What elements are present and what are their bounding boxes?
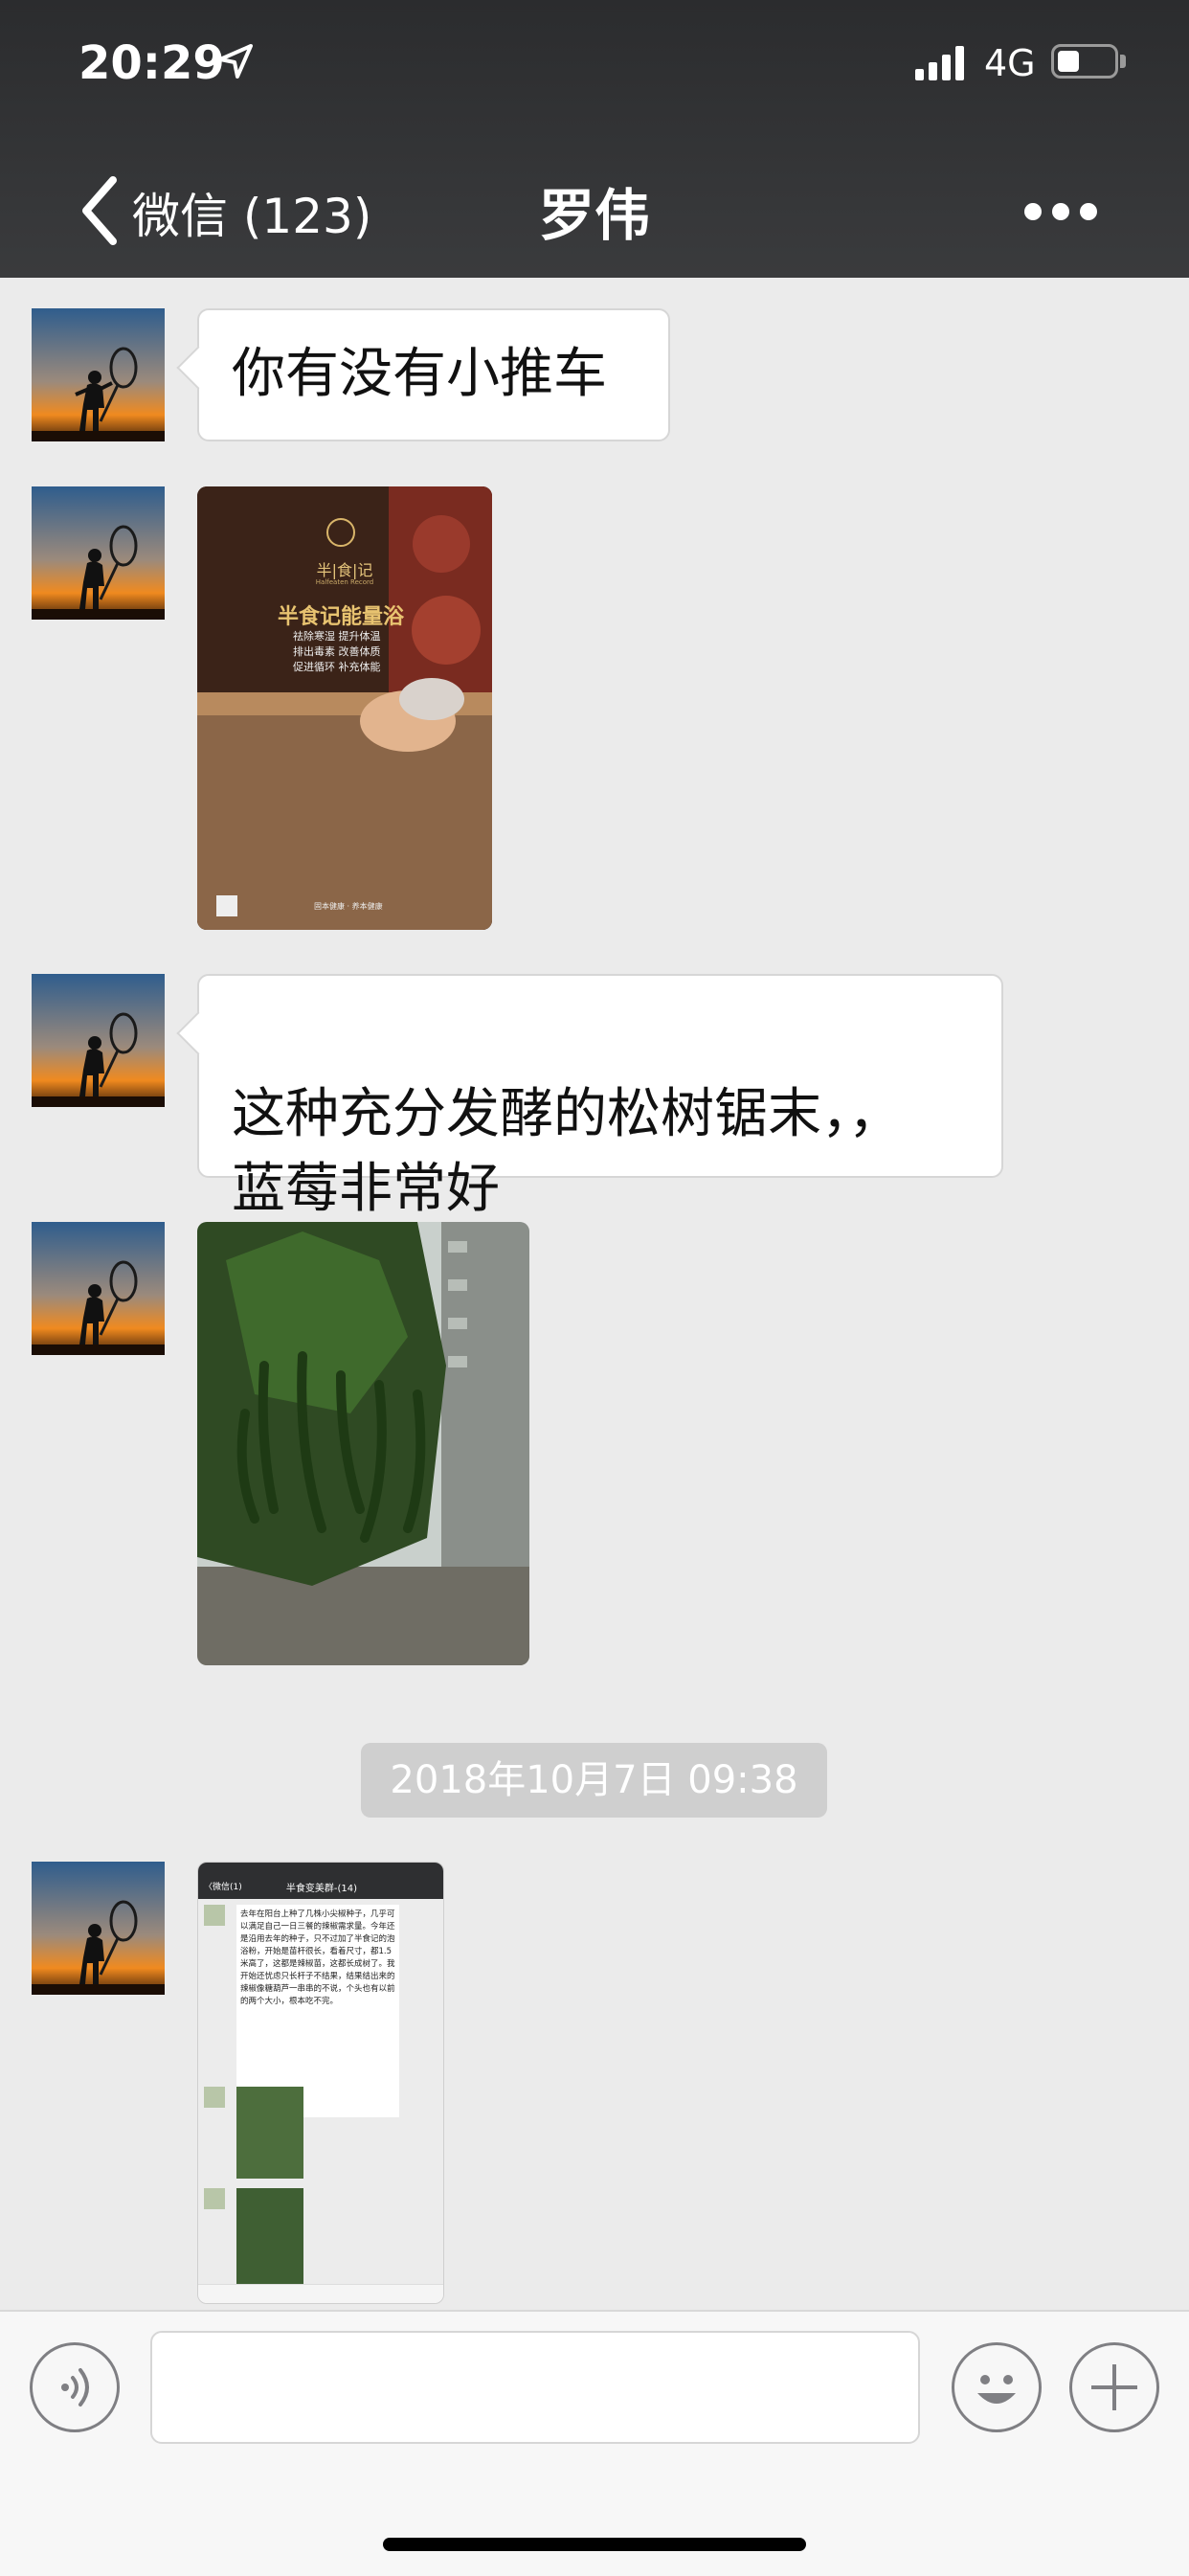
signal-strength-icon (915, 46, 969, 80)
screenshot-input-bar (198, 2284, 443, 2303)
qr-code-icon (216, 895, 237, 916)
poster-line: 祛除寒湿 提升体温 (293, 630, 381, 643)
sand-bath-poster-icon (197, 486, 492, 930)
silhouette-child-avatar-icon (32, 308, 165, 441)
voice-icon (61, 2368, 89, 2407)
battery-nub (1120, 55, 1126, 68)
image-message[interactable]: 〈微信(1) 半食变美群-(14) 去年在阳台上种了几株小尖椒种子，几乎可以满足… (197, 1862, 444, 2304)
screenshot-avatar (204, 2188, 225, 2209)
screenshot-avatar (204, 1905, 225, 1926)
silhouette-child-avatar-icon (32, 974, 165, 1107)
poster-headline: 半食记能量浴 (278, 605, 405, 629)
contact-avatar[interactable] (32, 1862, 165, 1995)
poster-brand-sub: Halfeaten Record (315, 578, 374, 586)
image-message[interactable]: 半|食|记 Halfeaten Record 半食记能量浴 祛除寒湿 提升体温 … (197, 486, 492, 930)
contact-avatar[interactable] (32, 1222, 165, 1355)
silhouette-child-avatar-icon (32, 486, 165, 620)
message-timestamp: 2018年10月7日 09:38 (361, 1743, 827, 1818)
navigation-header: 20:29 4G 微信 (123) 罗伟 (0, 0, 1189, 278)
screenshot-avatar (204, 2087, 225, 2108)
more-actions-button[interactable] (1069, 2342, 1159, 2432)
poster-brand: 半|食|记 (316, 561, 373, 579)
chili-plant-photo-icon (197, 1222, 529, 1665)
plus-icon (1091, 2364, 1137, 2410)
more-options-icon[interactable] (1024, 192, 1097, 230)
location-arrow-icon (218, 44, 253, 79)
message-text: 这种充分发酵的松树锯末，， 蓝莓非常好 (232, 1083, 902, 1220)
silhouette-child-avatar-icon (32, 1222, 165, 1355)
home-indicator[interactable] (383, 2538, 806, 2551)
message-input[interactable] (150, 2331, 920, 2444)
silhouette-child-avatar-icon (32, 1862, 165, 1995)
screenshot-message: 去年在阳台上种了几株小尖椒种子，几乎可以满足自己一日三餐的辣椒需求量。今年还是沿… (236, 1905, 399, 2117)
screenshot-photo (236, 2087, 303, 2179)
screenshot-photo (236, 2188, 303, 2284)
poster-line: 促进循环 补充体能 (293, 661, 381, 673)
screenshot-title: 半食变美群-(14) (285, 1884, 358, 1894)
voice-input-button[interactable] (30, 2342, 120, 2432)
status-time: 20:29 (79, 36, 225, 90)
contact-avatar[interactable] (32, 308, 165, 441)
message-text: 你有没有小推车 (232, 343, 607, 405)
image-message[interactable] (197, 1222, 529, 1665)
contact-avatar[interactable] (32, 486, 165, 620)
contact-avatar[interactable] (32, 974, 165, 1107)
network-type: 4G (984, 42, 1036, 84)
chat-title: 罗伟 (538, 183, 650, 248)
message-bubble[interactable]: 这种充分发酵的松树锯末，， 蓝莓非常好 (197, 974, 1003, 1220)
battery-icon (1051, 44, 1118, 79)
poster-footer: 固本健康 · 养本健康 (314, 902, 383, 911)
message-bubble[interactable]: 你有没有小推车 (197, 308, 670, 441)
poster-line: 排出毒素 改善体质 (293, 645, 381, 658)
emoji-button[interactable] (952, 2342, 1042, 2432)
emoji-icon (977, 2375, 1016, 2404)
